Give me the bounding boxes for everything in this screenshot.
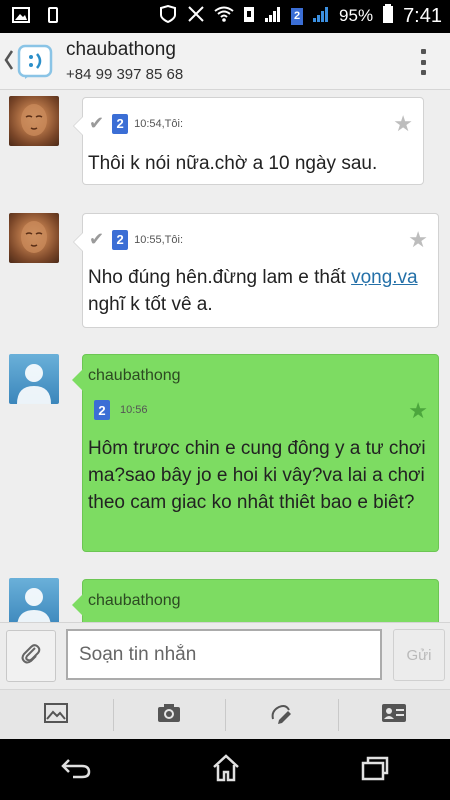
message-bubble[interactable]: chaubathong [72, 579, 439, 622]
message-timestamp: 10:56 [120, 404, 148, 416]
attach-camera-button[interactable] [112, 690, 226, 739]
message-timestamp: 10:55,Tôi: [134, 233, 184, 246]
message-input[interactable] [66, 629, 382, 680]
recents-icon[interactable] [360, 755, 390, 785]
message-bubble[interactable]: chaubathong 2 10:56 ★ Hôm trươc chin e c… [72, 354, 439, 552]
message-text-part: Nho đúng hên.đừng lam e thất [88, 267, 352, 288]
message-text: Nho đúng hên.đừng lam e thất vọng.va ngh… [88, 264, 432, 318]
compose-bar: Gửi [0, 622, 450, 689]
sender-name: chaubathong [88, 367, 181, 384]
avatar[interactable] [9, 354, 59, 404]
sim-badge-icon: 2 [112, 229, 129, 250]
attach-contact-button[interactable] [337, 690, 450, 739]
gallery-notification-icon [12, 7, 30, 27]
message-bubble[interactable]: ✔ 2 10:54,Tôi: ★ Thôi k nói nữa.chờ a 10… [73, 97, 424, 185]
contact-card-icon [381, 702, 407, 728]
sent-check-icon: ✔ [89, 113, 105, 134]
sent-check-icon: ✔ [89, 229, 105, 250]
attach-drawing-button[interactable] [225, 690, 338, 739]
star-icon[interactable]: ★ [408, 399, 428, 424]
send-button[interactable]: Gửi [393, 629, 445, 681]
sender-name: chaubathong [88, 592, 181, 609]
avatar[interactable] [9, 578, 59, 622]
status-bar: 2 95% 7:41 [0, 0, 450, 33]
contact-phone: +84 99 397 85 68 [66, 66, 184, 83]
home-icon[interactable] [211, 753, 241, 786]
attach-button[interactable] [6, 630, 56, 682]
battery-percent: 95% [339, 6, 374, 25]
message-bubble[interactable]: ✔ 2 10:55,Tôi: ★ Nho đúng hên.đừng lam e… [73, 213, 439, 328]
avatar[interactable] [9, 213, 59, 263]
back-icon[interactable] [60, 756, 92, 784]
phone-notification-icon [48, 7, 58, 27]
pencil-icon [268, 701, 294, 729]
signal-icon [264, 6, 282, 27]
message-text: Hôm trươc chin e cung đông y a tư chơi m… [88, 438, 426, 513]
battery-icon [382, 4, 394, 28]
message-list[interactable]: ✔ 2 10:54,Tôi: ★ Thôi k nói nữa.chờ a 10… [0, 91, 450, 622]
attach-image-button[interactable] [0, 690, 113, 739]
star-icon[interactable]: ★ [393, 112, 413, 137]
system-navigation-bar [0, 739, 450, 800]
sim-badge-icon: 2 [112, 113, 129, 134]
sim-icon [243, 6, 255, 27]
signal-2-icon [312, 6, 330, 27]
clock: 7:41 [403, 4, 442, 27]
message-timestamp: 10:54,Tôi: [134, 117, 184, 130]
camera-icon [156, 702, 182, 728]
back-chevron-icon[interactable] [4, 49, 14, 75]
sim-badge-icon: 2 [94, 400, 110, 420]
overflow-menu-icon[interactable] [420, 49, 426, 75]
messaging-app-icon[interactable] [17, 44, 53, 80]
sim2-badge-icon: 2 [291, 7, 304, 25]
paperclip-icon [19, 642, 43, 670]
message-link[interactable]: vọng.va [351, 267, 418, 288]
message-text-part: nghĩ k tốt vê a. [88, 294, 213, 315]
vibrate-off-icon [187, 5, 205, 27]
star-icon[interactable]: ★ [408, 228, 428, 253]
contact-name[interactable]: chaubathong [66, 39, 176, 61]
attachment-toolbar [0, 689, 450, 739]
image-icon [43, 702, 69, 728]
conversation-header: chaubathong +84 99 397 85 68 [0, 33, 450, 90]
avatar[interactable] [9, 96, 59, 146]
wifi-icon [214, 6, 234, 26]
message-text: Thôi k nói nữa.chờ a 10 ngày sau. [88, 153, 378, 174]
notification-icon [158, 4, 178, 27]
